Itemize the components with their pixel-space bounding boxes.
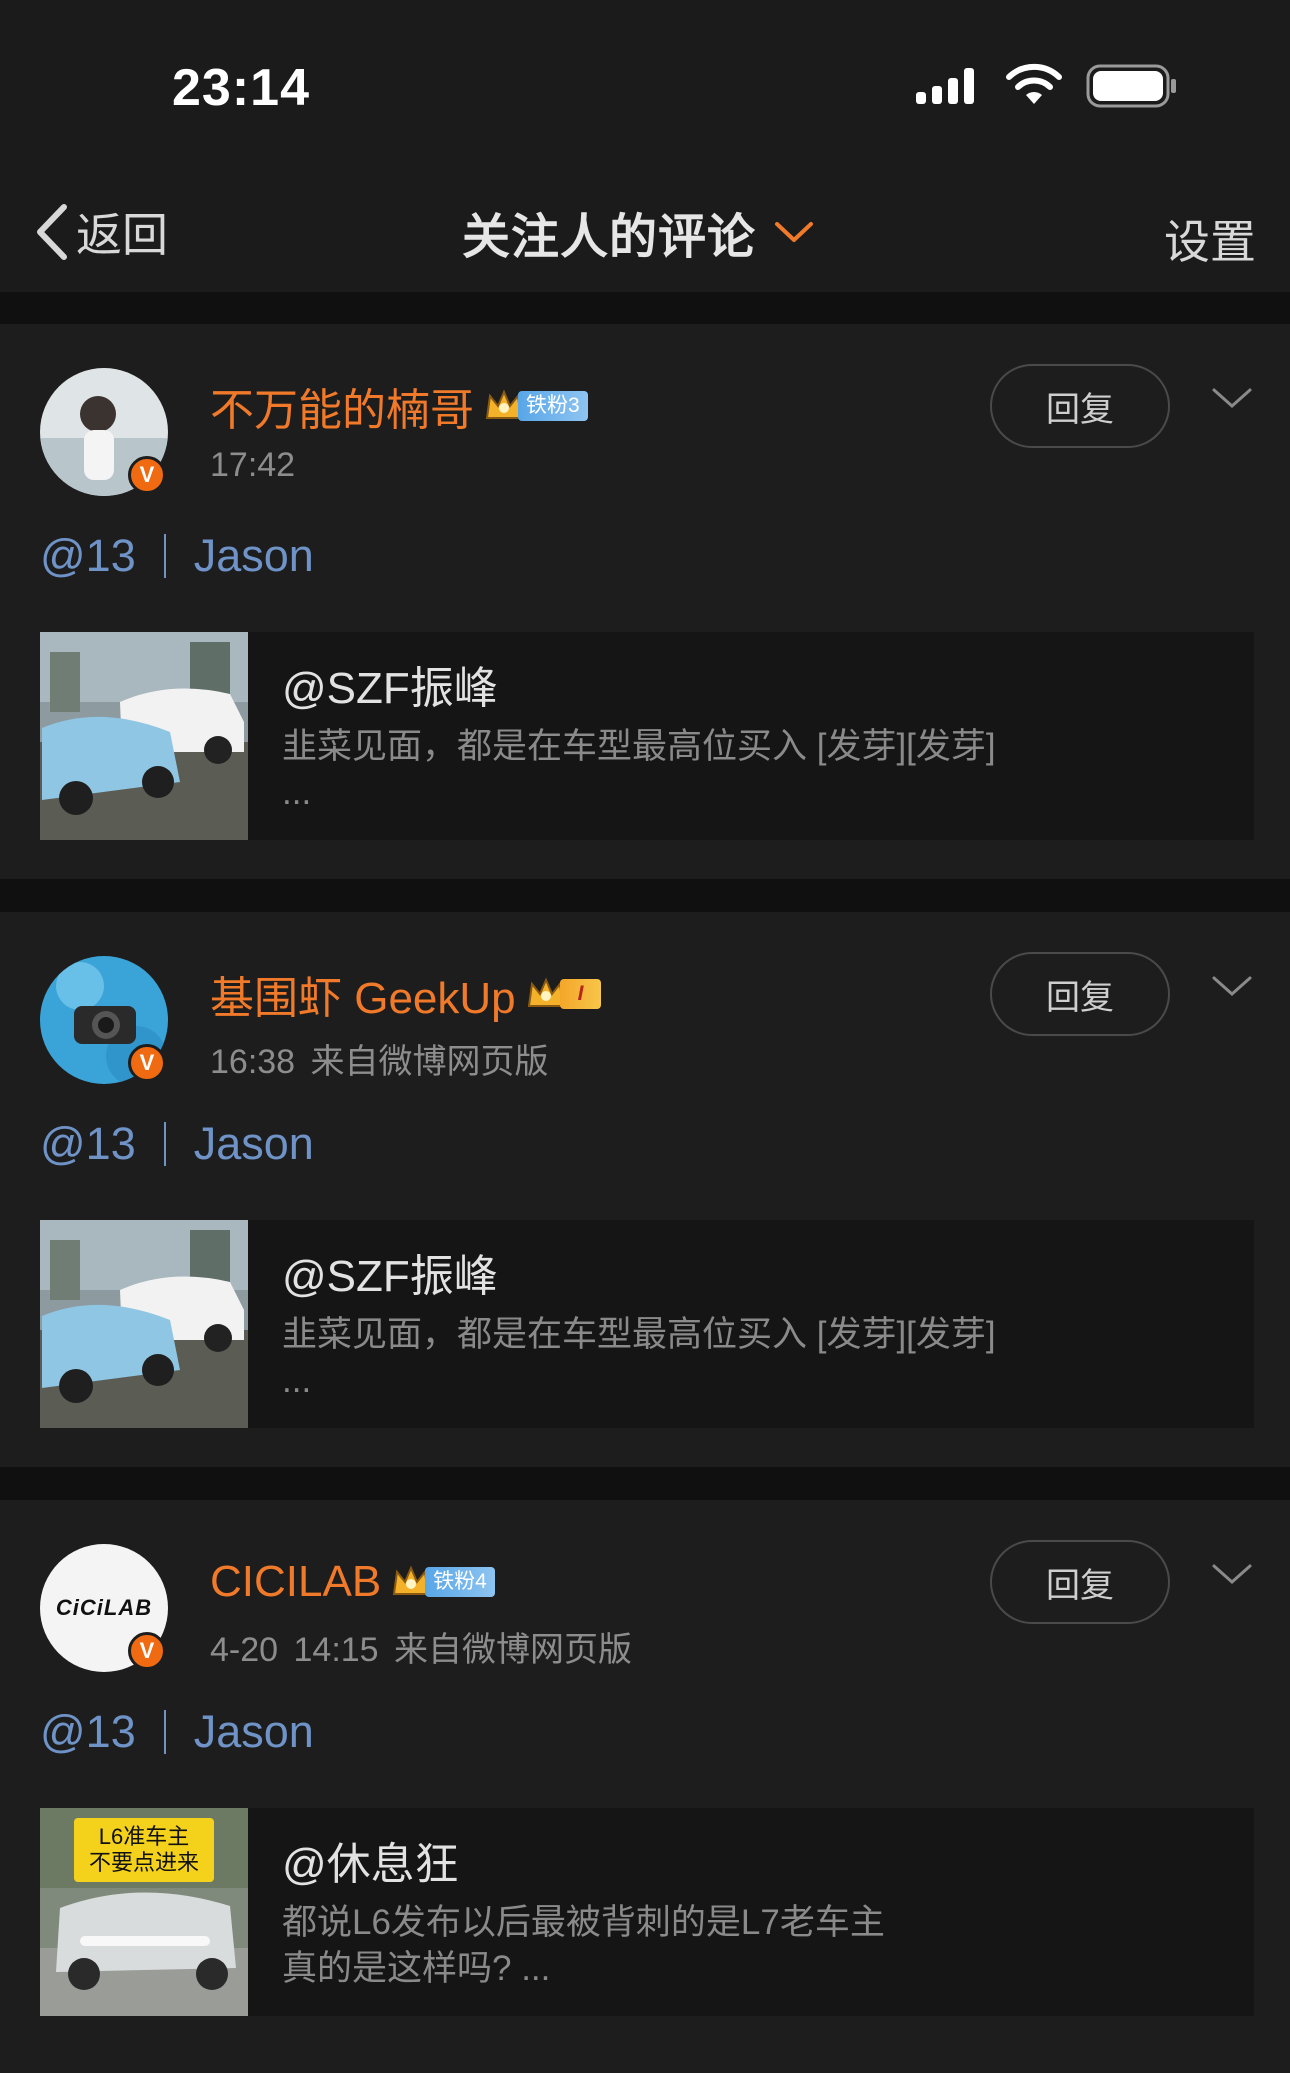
separator bbox=[163, 1710, 166, 1754]
quoted-post-thumbnail bbox=[40, 632, 248, 840]
quoted-post-thumbnail bbox=[40, 1220, 248, 1428]
mention-link[interactable]: @13 bbox=[40, 530, 136, 582]
separator bbox=[163, 1122, 166, 1166]
comment-body: Jason bbox=[193, 1118, 314, 1169]
fan-level-label: 铁粉4 bbox=[425, 1567, 495, 1597]
comment-card: CiCiLAB V CICILAB 铁粉4 4-20 14:15 来自微博网页版… bbox=[0, 1500, 1290, 2073]
back-label: 返回 bbox=[76, 209, 168, 261]
comment-time: 16:38 bbox=[210, 1043, 296, 1081]
chevron-left-icon bbox=[37, 204, 67, 260]
car-photo-image bbox=[40, 632, 248, 840]
avatar-logo-text: CiCiLAB bbox=[55, 1595, 153, 1620]
comment-source: 来自微博网页版 bbox=[394, 1631, 633, 1669]
back-button[interactable]: 返回 bbox=[34, 200, 168, 264]
navigation-bar: 返回 关注人的评论 设置 bbox=[0, 170, 1290, 292]
settings-button[interactable]: 设置 bbox=[1164, 206, 1256, 272]
quoted-author: @SZF振峰 bbox=[282, 664, 498, 713]
quoted-text: 都说L6发布以后最被背刺的是L7老车主 真的是这样吗? ... bbox=[282, 1903, 885, 1988]
comment-body: Jason bbox=[193, 530, 314, 581]
mention-link[interactable]: @13 bbox=[40, 1706, 136, 1758]
comment-meta: 4-20 14:15 来自微博网页版 bbox=[210, 1622, 632, 1671]
comment-meta: 16:38 来自微博网页版 bbox=[210, 1034, 549, 1083]
filter-dropdown[interactable]: 关注人的评论 bbox=[462, 200, 814, 264]
quoted-text: 韭菜见面，都是在车型最高位买入 [发芽][发芽] ... bbox=[282, 727, 996, 812]
verified-badge-icon: V bbox=[128, 1044, 166, 1082]
comment-time: 17:42 bbox=[210, 446, 296, 484]
username[interactable]: 基围虾 GeekUp bbox=[210, 962, 516, 1026]
status-bar: 23:14 bbox=[0, 0, 1290, 170]
fan-level-label: 铁粉3 bbox=[518, 391, 588, 421]
avatar[interactable]: CiCiLAB V bbox=[40, 1544, 168, 1672]
comment-card: V 不万能的楠哥 铁粉3 17:42 回复 @13 Jason @SZF振峰 韭… bbox=[0, 324, 1290, 879]
comment-time: 4-20 14:15 bbox=[210, 1631, 379, 1669]
reply-button[interactable]: 回复 bbox=[990, 952, 1170, 1036]
fan-badge: 铁粉3 bbox=[484, 386, 588, 426]
chevron-down-icon[interactable] bbox=[1210, 384, 1254, 414]
quoted-author: @SZF振峰 bbox=[282, 1252, 498, 1301]
chevron-down-icon[interactable] bbox=[1210, 1560, 1254, 1590]
comment-text: @13 Jason bbox=[40, 1118, 314, 1170]
comment-text: @13 Jason bbox=[40, 1706, 314, 1758]
comment-source: 来自微博网页版 bbox=[310, 1043, 549, 1081]
quoted-post-thumbnail: L6准车主 不要点进来 bbox=[40, 1808, 248, 2016]
thumbnail-caption: L6准车主 不要点进来 bbox=[74, 1818, 214, 1882]
battery-full-icon bbox=[1086, 64, 1176, 108]
wifi-icon bbox=[1006, 63, 1062, 104]
cellular-signal-icon bbox=[916, 68, 974, 104]
avatar[interactable]: V bbox=[40, 368, 168, 496]
verified-badge-icon: V bbox=[128, 1632, 166, 1670]
reply-button[interactable]: 回复 bbox=[990, 1540, 1170, 1624]
quoted-author: @休息狂 bbox=[282, 1840, 459, 1889]
car-photo-image bbox=[40, 1220, 248, 1428]
fan-badge: 铁粉4 bbox=[391, 1562, 495, 1602]
fan-level-label: I bbox=[559, 979, 602, 1009]
separator bbox=[163, 534, 166, 578]
chevron-down-icon[interactable] bbox=[1210, 972, 1254, 1002]
avatar[interactable]: V bbox=[40, 956, 168, 1084]
comment-card: V 基围虾 GeekUp I 16:38 来自微博网页版 回复 @13 Jaso… bbox=[0, 912, 1290, 1467]
verified-badge-icon: V bbox=[128, 456, 166, 494]
quoted-text: 韭菜见面，都是在车型最高位买入 [发芽][发芽] ... bbox=[282, 1315, 996, 1400]
caption-line-1: L6准车主 bbox=[98, 1824, 190, 1849]
quoted-post[interactable]: L6准车主 不要点进来 @休息狂 都说L6发布以后最被背刺的是L7老车主 真的是… bbox=[40, 1808, 1254, 2016]
chevron-down-icon bbox=[775, 222, 814, 242]
status-time: 23:14 bbox=[172, 59, 310, 117]
fan-badge: I bbox=[526, 974, 602, 1014]
quoted-post[interactable]: @SZF振峰 韭菜见面，都是在车型最高位买入 [发芽][发芽] ... bbox=[40, 1220, 1254, 1428]
mention-link[interactable]: @13 bbox=[40, 1118, 136, 1170]
page-title: 关注人的评论 bbox=[462, 211, 757, 264]
username[interactable]: CICILAB bbox=[210, 1557, 381, 1607]
comment-text: @13 Jason bbox=[40, 530, 314, 582]
comment-meta: 17:42 bbox=[210, 446, 295, 485]
reply-button[interactable]: 回复 bbox=[990, 364, 1170, 448]
caption-line-2: 不要点进来 bbox=[88, 1850, 199, 1875]
comment-body: Jason bbox=[193, 1706, 314, 1757]
quoted-post[interactable]: @SZF振峰 韭菜见面，都是在车型最高位买入 [发芽][发芽] ... bbox=[40, 632, 1254, 840]
username[interactable]: 不万能的楠哥 bbox=[210, 374, 474, 438]
